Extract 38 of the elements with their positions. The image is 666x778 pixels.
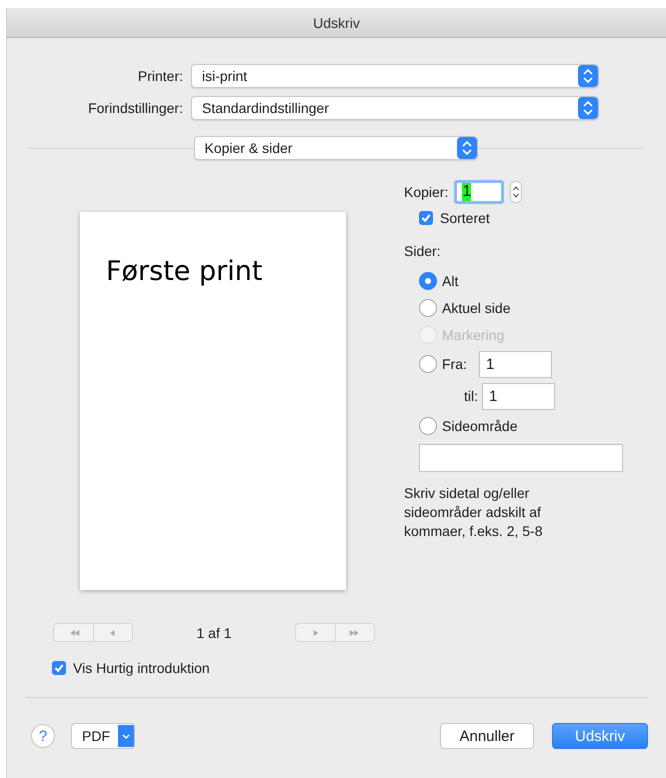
radio-label: Sideområde: [442, 418, 518, 434]
copies-label: Kopier:: [404, 184, 448, 200]
caret-icon: [118, 724, 134, 748]
presets-label: Forindstillinger:: [87, 100, 184, 116]
chevron-up-down-icon: [578, 97, 598, 119]
checkbox-label: Vis Hurtig introduktion: [73, 660, 210, 676]
preview-text: Første print: [106, 256, 262, 287]
printer-label: Printer:: [136, 68, 184, 84]
hint-text: Skriv sidetal og/eller sideområder adskilt af kommaer, f.eks. 2, 5-8: [404, 484, 544, 541]
radio-label: Aktuel side: [442, 300, 510, 316]
triangle-right-icon: [349, 628, 361, 636]
radio-label: Fra:: [442, 356, 468, 372]
help-button[interactable]: ?: [31, 724, 55, 748]
to-label: til:: [463, 388, 478, 404]
checkbox[interactable]: [419, 211, 433, 225]
window-title: Udskriv: [313, 14, 360, 30]
checkbox[interactable]: [52, 661, 66, 675]
triangle-left-icon: [68, 628, 80, 636]
checkbox-label: Sorteret: [440, 210, 490, 226]
radio-button[interactable]: [419, 298, 437, 316]
radio-button[interactable]: [419, 272, 437, 290]
stepper-icon[interactable]: [510, 181, 522, 203]
page-range-field[interactable]: [419, 444, 623, 472]
cancel-button[interactable]: Annuller: [440, 723, 534, 749]
chevron-up-down-icon: [578, 65, 598, 87]
radio-button[interactable]: [419, 416, 437, 434]
copies-field[interactable]: 1: [454, 180, 504, 204]
pages-label: Sider:: [404, 243, 442, 259]
printer-dropdown[interactable]: isi-print: [191, 64, 599, 88]
from-page-field[interactable]: 1: [479, 350, 552, 378]
chevron-up-down-icon: [456, 137, 476, 159]
section-dropdown[interactable]: Kopier & sider: [194, 136, 478, 160]
page-indicator: 1 af 1: [195, 624, 233, 640]
pdf-menu-button[interactable]: PDF: [71, 723, 135, 749]
radio-button[interactable]: [419, 355, 437, 373]
radio-label: Alt: [442, 272, 458, 288]
presets-dropdown[interactable]: Standardindstillinger: [191, 96, 599, 120]
to-page-field[interactable]: 1: [482, 382, 555, 410]
